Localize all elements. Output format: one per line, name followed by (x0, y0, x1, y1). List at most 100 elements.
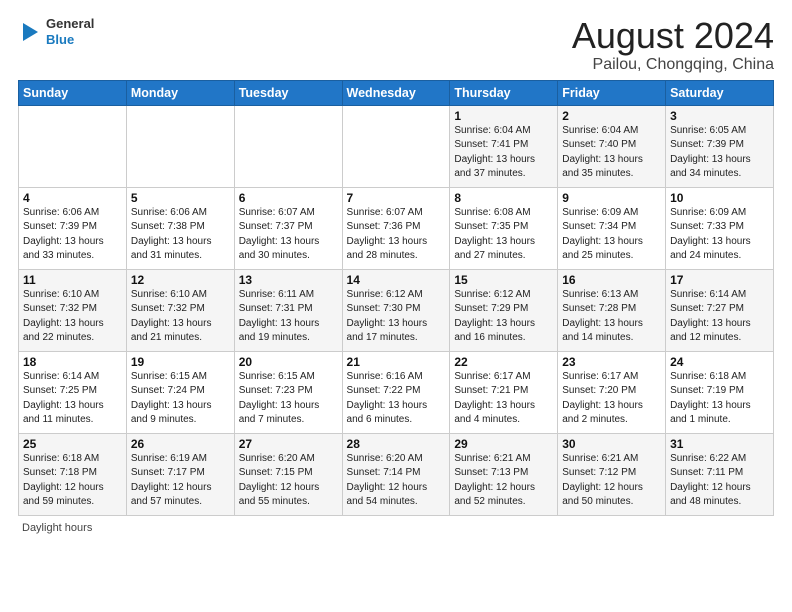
calendar-cell: 30Sunrise: 6:21 AM Sunset: 7:12 PM Dayli… (558, 433, 666, 515)
day-info: Sunrise: 6:15 AM Sunset: 7:23 PM Dayligh… (239, 370, 338, 428)
day-number: 24 (670, 355, 769, 369)
day-info: Sunrise: 6:17 AM Sunset: 7:21 PM Dayligh… (454, 370, 553, 428)
calendar-cell: 2Sunrise: 6:04 AM Sunset: 7:40 PM Daylig… (558, 105, 666, 187)
day-number: 20 (239, 355, 338, 369)
week-row-5: 25Sunrise: 6:18 AM Sunset: 7:18 PM Dayli… (19, 433, 774, 515)
calendar-cell: 31Sunrise: 6:22 AM Sunset: 7:11 PM Dayli… (666, 433, 774, 515)
day-info: Sunrise: 6:22 AM Sunset: 7:11 PM Dayligh… (670, 452, 769, 510)
calendar-cell: 20Sunrise: 6:15 AM Sunset: 7:23 PM Dayli… (234, 351, 342, 433)
day-info: Sunrise: 6:13 AM Sunset: 7:28 PM Dayligh… (562, 288, 661, 346)
calendar-cell: 15Sunrise: 6:12 AM Sunset: 7:29 PM Dayli… (450, 269, 558, 351)
day-info: Sunrise: 6:19 AM Sunset: 7:17 PM Dayligh… (131, 452, 230, 510)
day-number: 5 (131, 191, 230, 205)
day-info: Sunrise: 6:10 AM Sunset: 7:32 PM Dayligh… (131, 288, 230, 346)
calendar-cell: 22Sunrise: 6:17 AM Sunset: 7:21 PM Dayli… (450, 351, 558, 433)
day-number: 9 (562, 191, 661, 205)
title-block: August 2024 Pailou, Chongqing, China (572, 16, 774, 74)
calendar-cell: 4Sunrise: 6:06 AM Sunset: 7:39 PM Daylig… (19, 187, 127, 269)
day-info: Sunrise: 6:04 AM Sunset: 7:41 PM Dayligh… (454, 124, 553, 182)
day-header-row: SundayMondayTuesdayWednesdayThursdayFrid… (19, 80, 774, 105)
day-info: Sunrise: 6:16 AM Sunset: 7:22 PM Dayligh… (347, 370, 446, 428)
subtitle: Pailou, Chongqing, China (572, 56, 774, 74)
day-header-tuesday: Tuesday (234, 80, 342, 105)
day-info: Sunrise: 6:20 AM Sunset: 7:14 PM Dayligh… (347, 452, 446, 510)
day-number: 22 (454, 355, 553, 369)
day-info: Sunrise: 6:14 AM Sunset: 7:27 PM Dayligh… (670, 288, 769, 346)
calendar-cell: 16Sunrise: 6:13 AM Sunset: 7:28 PM Dayli… (558, 269, 666, 351)
calendar-body: 1Sunrise: 6:04 AM Sunset: 7:41 PM Daylig… (19, 105, 774, 515)
day-number: 30 (562, 437, 661, 451)
calendar-cell: 24Sunrise: 6:18 AM Sunset: 7:19 PM Dayli… (666, 351, 774, 433)
logo-general-text: General (46, 16, 94, 32)
logo-icon (18, 21, 40, 43)
calendar-cell: 23Sunrise: 6:17 AM Sunset: 7:20 PM Dayli… (558, 351, 666, 433)
calendar-cell (19, 105, 127, 187)
day-number: 1 (454, 109, 553, 123)
day-info: Sunrise: 6:04 AM Sunset: 7:40 PM Dayligh… (562, 124, 661, 182)
day-number: 12 (131, 273, 230, 287)
calendar-cell: 21Sunrise: 6:16 AM Sunset: 7:22 PM Dayli… (342, 351, 450, 433)
calendar-cell: 19Sunrise: 6:15 AM Sunset: 7:24 PM Dayli… (126, 351, 234, 433)
week-row-4: 18Sunrise: 6:14 AM Sunset: 7:25 PM Dayli… (19, 351, 774, 433)
calendar-cell: 1Sunrise: 6:04 AM Sunset: 7:41 PM Daylig… (450, 105, 558, 187)
day-info: Sunrise: 6:20 AM Sunset: 7:15 PM Dayligh… (239, 452, 338, 510)
day-number: 10 (670, 191, 769, 205)
day-info: Sunrise: 6:18 AM Sunset: 7:19 PM Dayligh… (670, 370, 769, 428)
day-info: Sunrise: 6:17 AM Sunset: 7:20 PM Dayligh… (562, 370, 661, 428)
day-number: 8 (454, 191, 553, 205)
day-number: 2 (562, 109, 661, 123)
day-number: 13 (239, 273, 338, 287)
day-info: Sunrise: 6:06 AM Sunset: 7:38 PM Dayligh… (131, 206, 230, 264)
day-info: Sunrise: 6:18 AM Sunset: 7:18 PM Dayligh… (23, 452, 122, 510)
day-info: Sunrise: 6:09 AM Sunset: 7:33 PM Dayligh… (670, 206, 769, 264)
calendar-table: SundayMondayTuesdayWednesdayThursdayFrid… (18, 80, 774, 516)
day-number: 16 (562, 273, 661, 287)
page: General Blue August 2024 Pailou, Chongqi… (0, 0, 792, 612)
day-info: Sunrise: 6:15 AM Sunset: 7:24 PM Dayligh… (131, 370, 230, 428)
calendar-cell: 9Sunrise: 6:09 AM Sunset: 7:34 PM Daylig… (558, 187, 666, 269)
day-number: 11 (23, 273, 122, 287)
calendar-cell (234, 105, 342, 187)
day-number: 3 (670, 109, 769, 123)
calendar-cell: 12Sunrise: 6:10 AM Sunset: 7:32 PM Dayli… (126, 269, 234, 351)
day-info: Sunrise: 6:07 AM Sunset: 7:36 PM Dayligh… (347, 206, 446, 264)
week-row-3: 11Sunrise: 6:10 AM Sunset: 7:32 PM Dayli… (19, 269, 774, 351)
day-number: 27 (239, 437, 338, 451)
calendar-header: SundayMondayTuesdayWednesdayThursdayFrid… (19, 80, 774, 105)
calendar-cell: 14Sunrise: 6:12 AM Sunset: 7:30 PM Dayli… (342, 269, 450, 351)
header: General Blue August 2024 Pailou, Chongqi… (18, 16, 774, 74)
day-header-monday: Monday (126, 80, 234, 105)
day-number: 17 (670, 273, 769, 287)
calendar-cell: 6Sunrise: 6:07 AM Sunset: 7:37 PM Daylig… (234, 187, 342, 269)
day-number: 4 (23, 191, 122, 205)
week-row-1: 1Sunrise: 6:04 AM Sunset: 7:41 PM Daylig… (19, 105, 774, 187)
day-info: Sunrise: 6:10 AM Sunset: 7:32 PM Dayligh… (23, 288, 122, 346)
day-number: 29 (454, 437, 553, 451)
day-number: 31 (670, 437, 769, 451)
calendar-cell: 11Sunrise: 6:10 AM Sunset: 7:32 PM Dayli… (19, 269, 127, 351)
day-info: Sunrise: 6:09 AM Sunset: 7:34 PM Dayligh… (562, 206, 661, 264)
day-number: 19 (131, 355, 230, 369)
calendar-cell: 3Sunrise: 6:05 AM Sunset: 7:39 PM Daylig… (666, 105, 774, 187)
calendar-cell: 5Sunrise: 6:06 AM Sunset: 7:38 PM Daylig… (126, 187, 234, 269)
day-info: Sunrise: 6:11 AM Sunset: 7:31 PM Dayligh… (239, 288, 338, 346)
calendar-cell: 13Sunrise: 6:11 AM Sunset: 7:31 PM Dayli… (234, 269, 342, 351)
day-info: Sunrise: 6:08 AM Sunset: 7:35 PM Dayligh… (454, 206, 553, 264)
day-number: 25 (23, 437, 122, 451)
calendar-cell: 27Sunrise: 6:20 AM Sunset: 7:15 PM Dayli… (234, 433, 342, 515)
daylight-label: Daylight hours (22, 522, 92, 534)
day-header-thursday: Thursday (450, 80, 558, 105)
footer: Daylight hours (18, 522, 774, 534)
day-info: Sunrise: 6:12 AM Sunset: 7:30 PM Dayligh… (347, 288, 446, 346)
day-number: 18 (23, 355, 122, 369)
day-number: 26 (131, 437, 230, 451)
day-number: 28 (347, 437, 446, 451)
calendar-cell: 29Sunrise: 6:21 AM Sunset: 7:13 PM Dayli… (450, 433, 558, 515)
day-number: 7 (347, 191, 446, 205)
calendar-cell (126, 105, 234, 187)
day-number: 14 (347, 273, 446, 287)
day-number: 15 (454, 273, 553, 287)
calendar-cell: 25Sunrise: 6:18 AM Sunset: 7:18 PM Dayli… (19, 433, 127, 515)
day-info: Sunrise: 6:14 AM Sunset: 7:25 PM Dayligh… (23, 370, 122, 428)
day-info: Sunrise: 6:06 AM Sunset: 7:39 PM Dayligh… (23, 206, 122, 264)
